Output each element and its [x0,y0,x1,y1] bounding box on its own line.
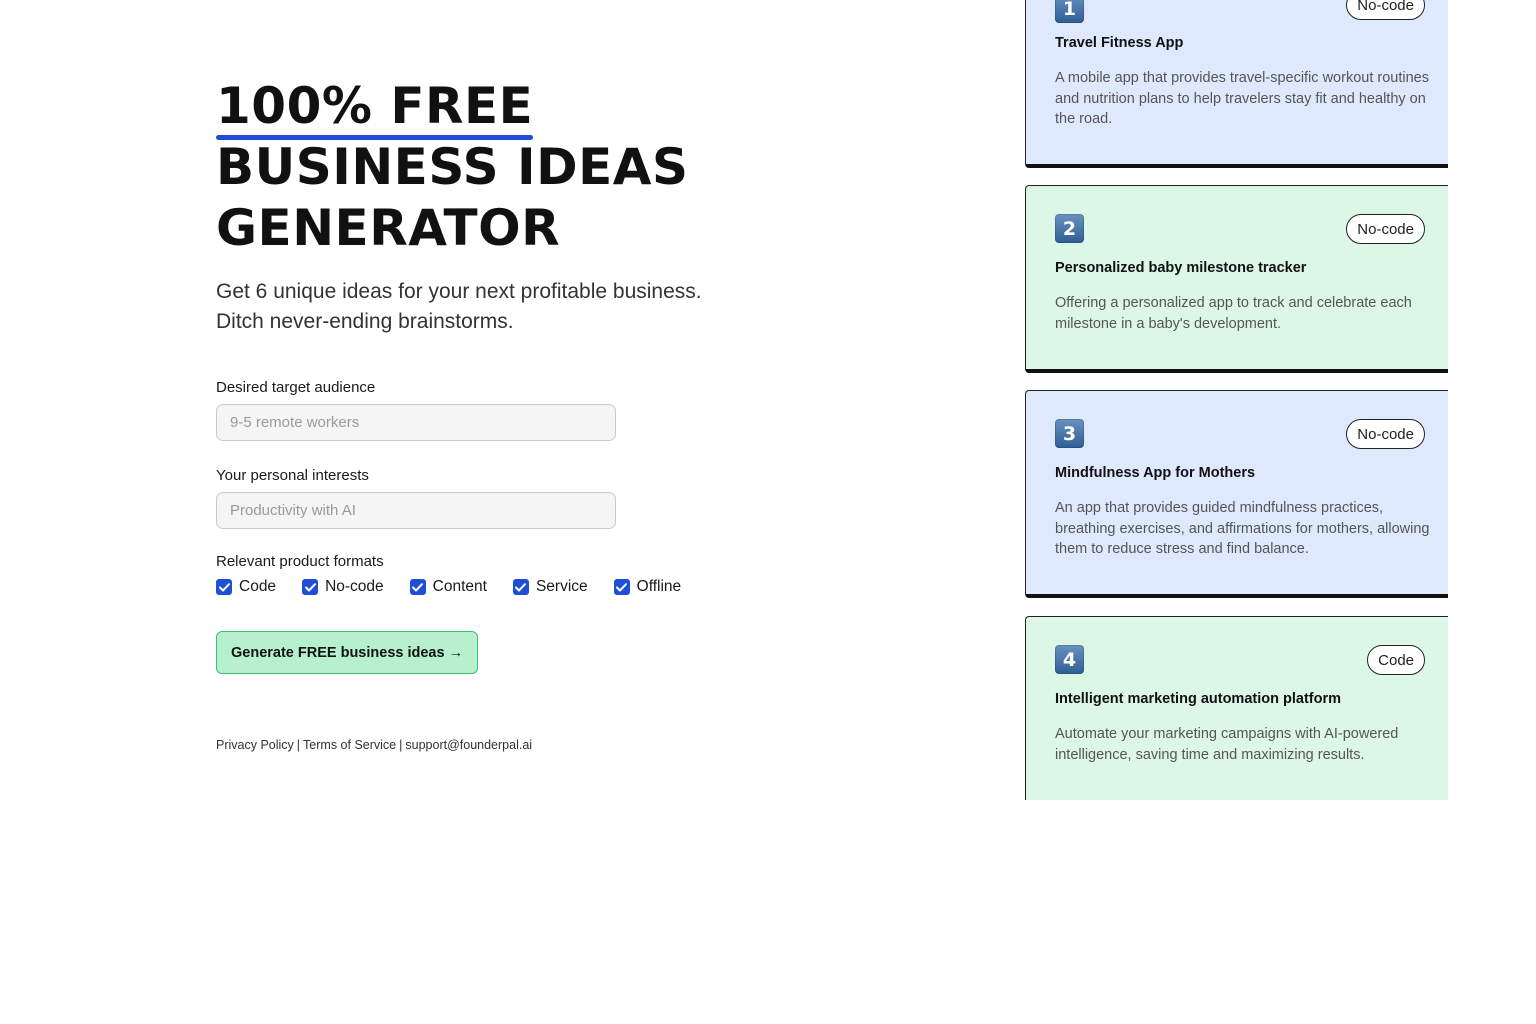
idea-number-badge: 2 [1055,214,1084,243]
formats-label: Relevant product formats [216,553,384,570]
headline-line-2: BUSINESS IDEAS [216,138,689,196]
idea-description: A mobile app that provides travel-specif… [1055,70,1429,127]
checkbox-checked-icon[interactable] [216,579,232,595]
idea-number-badge: 3 [1055,419,1084,448]
idea-description: Offering a personalized app to track and… [1055,295,1412,332]
idea-card[interactable]: 1 No-code Travel Fitness App A mobile ap… [1025,0,1448,168]
idea-format-tag: No-code [1346,214,1425,244]
idea-format-tag: Code [1367,645,1425,675]
formats-checkbox-row: Code No-code Content Service Offline [216,578,836,596]
generate-ideas-button[interactable]: Generate FREE business ideas → [216,631,479,674]
idea-card[interactable]: 2 No-code Personalized baby milestone tr… [1025,185,1448,373]
ideas-list: 1 No-code Travel Fitness App A mobile ap… [1025,0,1448,800]
subtitle-line-2: Ditch never-ending brainstorms. [216,310,514,333]
personal-interests-input[interactable] [216,492,616,529]
page: 100% FREE BUSINESS IDEAS GENERATOR Get 6… [0,0,1536,1024]
support-email-link[interactable]: support@founderpal.ai [405,738,532,752]
subtitle-line-1: Get 6 unique ideas for your next profita… [216,280,702,303]
interests-field-group: Your personal interests [216,467,836,529]
format-label: Service [535,578,588,595]
product-formats-group: Relevant product formats Code No-code Co… [216,553,836,596]
footer-links: Privacy Policy | Terms of Service | support@… [216,738,836,752]
format-checkbox-content[interactable]: Content [409,578,487,596]
idea-title: Intelligent marketing automation platfor… [1055,691,1341,707]
format-checkbox-offline[interactable]: Offline [613,578,682,596]
footer-separator: | [399,738,403,752]
footer-separator: | [296,738,301,752]
headline-line-1: 100% FREE [216,76,836,140]
checkbox-checked-icon[interactable] [512,579,529,595]
idea-format-tag: No-code [1346,419,1425,449]
idea-title: Mindfulness App for Mothers [1055,465,1256,481]
format-checkbox-code[interactable]: Code [216,578,276,596]
format-checkbox-service[interactable]: Service [512,578,588,596]
checkbox-checked-icon[interactable] [613,579,630,595]
format-label: No-code [325,578,384,595]
idea-card[interactable]: 4 Code Intelligent marketing automation … [1025,616,1448,800]
checkbox-checked-icon[interactable] [302,579,319,595]
idea-description: An app that provides guided mindfulness … [1055,500,1430,557]
checkbox-checked-icon[interactable] [409,579,426,595]
idea-description: Automate your marketing campaigns with A… [1055,726,1399,763]
idea-title: Travel Fitness App [1055,35,1184,51]
interests-label: Your personal interests [216,467,369,484]
page-title: 100% FREE BUSINESS IDEAS GENERATOR [216,76,836,259]
audience-label: Desired target audience [216,379,376,396]
idea-number-badge: 1 [1055,0,1084,23]
page-subtitle: Get 6 unique ideas for your next profita… [216,277,836,337]
format-label: Code [239,578,277,595]
format-checkbox-no-code[interactable]: No-code [302,578,384,596]
terms-of-service-link[interactable]: Terms of Service [303,738,396,752]
generator-panel: 100% FREE BUSINESS IDEAS GENERATOR Get 6… [216,76,836,752]
idea-card[interactable]: 3 No-code Mindfulness App for Mothers An… [1025,390,1448,598]
audience-field-group: Desired target audience [216,379,836,441]
idea-format-tag: No-code [1346,0,1425,20]
idea-title: Personalized baby milestone tracker [1055,260,1307,276]
format-label: Offline [636,578,682,595]
idea-number-badge: 4 [1055,645,1084,674]
target-audience-input[interactable] [216,404,616,441]
headline-line-3: GENERATOR [216,199,561,257]
format-label: Content [432,578,487,595]
privacy-policy-link[interactable]: Privacy Policy [216,738,294,752]
headline-highlight: 100% FREE [216,77,534,140]
